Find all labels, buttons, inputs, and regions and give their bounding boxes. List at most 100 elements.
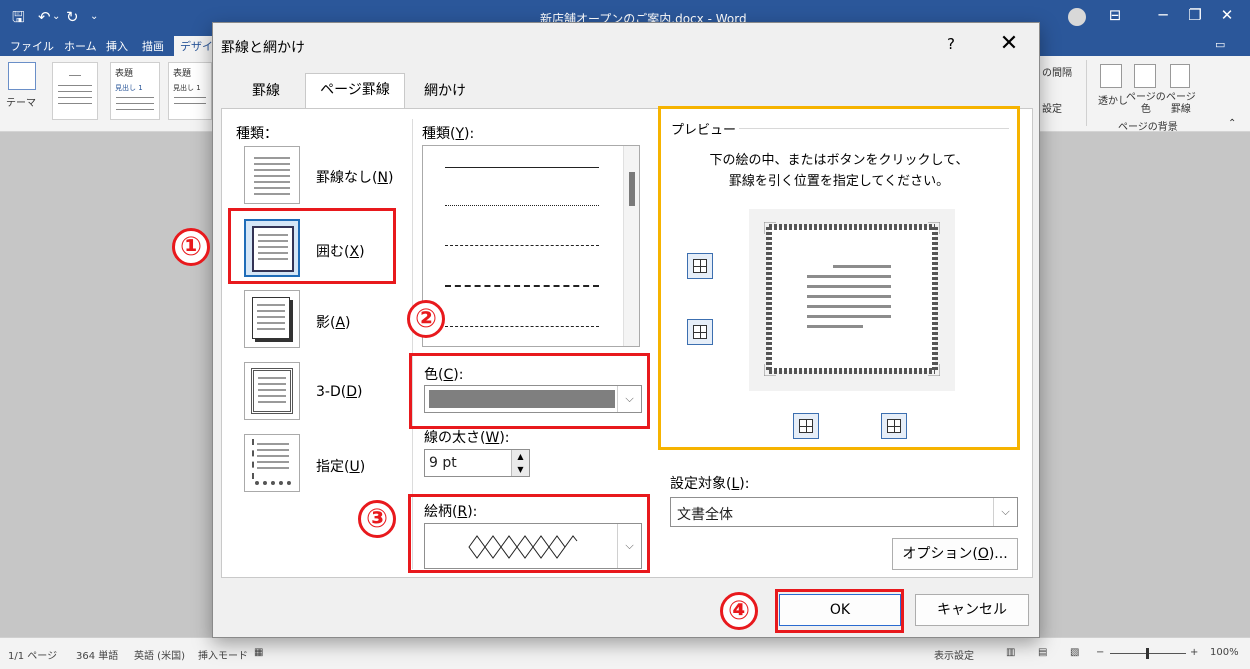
language-status[interactable]: 英語 (米国) <box>134 647 185 662</box>
dialog-close-button[interactable]: ✕ <box>997 31 1021 56</box>
style-thumb-1[interactable] <box>52 62 98 120</box>
setting-header: 種類： <box>236 126 278 142</box>
highlight-ok <box>775 589 904 633</box>
style-header: 種類(Y): <box>422 126 475 142</box>
insert-mode[interactable]: 挿入モード <box>198 647 248 662</box>
options-button[interactable]: オプション(O)... <box>892 538 1018 570</box>
preview-group: プレビュー 下の絵の中、またはボタンをクリックして、 罫線を引く位置を指定してく… <box>658 106 1020 450</box>
line-style-dash-dot[interactable] <box>445 326 599 327</box>
tab-shading[interactable]: 網かけ <box>405 75 485 109</box>
setting-shadow-label[interactable]: 影(A) <box>316 312 351 332</box>
apply-to-value[interactable]: 文書全体 <box>677 504 733 524</box>
zoom-slider-thumb[interactable] <box>1146 648 1149 659</box>
highlight-art <box>408 494 650 573</box>
save-icon[interactable]: 🖫 <box>12 7 25 27</box>
zoom-out-icon[interactable]: − <box>1096 647 1104 658</box>
right-border-button[interactable] <box>881 413 907 439</box>
preview-legend: プレビュー <box>671 119 741 138</box>
preview-rule <box>739 128 1009 129</box>
preview-instruction-1: 下の絵の中、またはボタンをクリックして、 <box>709 153 969 168</box>
themes-icon[interactable] <box>8 62 36 90</box>
line-style-scrollbar[interactable] <box>623 146 639 346</box>
line-width-value[interactable]: 9 pt <box>429 455 457 471</box>
highlight-setting-box <box>228 208 396 284</box>
step-3-marker: ③ <box>358 500 396 538</box>
print-layout-icon[interactable]: ▤ <box>1038 647 1047 658</box>
minimize-icon[interactable]: ─ <box>1148 6 1178 24</box>
width-label: 線の太さ(W): <box>424 430 510 446</box>
setting-shadow-thumb[interactable] <box>244 290 300 348</box>
read-mode-icon[interactable]: ▥ <box>1006 647 1015 658</box>
help-button[interactable]: ? <box>941 35 961 53</box>
bottom-border-button[interactable] <box>687 319 713 345</box>
tab-home[interactable]: ホーム <box>64 38 97 54</box>
redo-icon[interactable]: ↻ <box>66 7 79 27</box>
undo-icon[interactable]: ↶ <box>38 7 51 27</box>
setting-custom-thumb[interactable] <box>244 434 300 492</box>
ribbon-display-icon[interactable]: ⊟ <box>1100 6 1130 24</box>
collapse-ribbon-icon[interactable]: ⌃ <box>1228 118 1236 129</box>
customize-qat-icon[interactable]: ⌄ <box>90 7 98 27</box>
spin-up-icon[interactable]: ▲ <box>512 450 529 463</box>
undo-dropdown-icon[interactable]: ⌄ <box>52 7 60 27</box>
scrollbar-thumb[interactable] <box>629 172 635 206</box>
spin-down-icon[interactable]: ▼ <box>512 463 529 476</box>
zoom-level[interactable]: 100% <box>1210 647 1239 658</box>
line-style-dash-small[interactable] <box>445 245 599 246</box>
page-color-label[interactable]: ページの 色 <box>1126 92 1166 116</box>
themes-label[interactable]: テーマ <box>6 94 36 109</box>
restore-icon[interactable]: ❐ <box>1180 6 1210 24</box>
page-borders-label[interactable]: ページ 罫線 <box>1166 92 1196 116</box>
step-4-marker: ④ <box>720 592 758 630</box>
preview-page[interactable] <box>749 209 955 391</box>
left-border-button[interactable] <box>793 413 819 439</box>
word-count[interactable]: 364 単語 <box>76 647 118 662</box>
preview-instruction-2: 罫線を引く位置を指定してください。 <box>728 174 950 189</box>
page-color-icon[interactable] <box>1134 64 1156 88</box>
apply-to-label: 設定対象(L): <box>670 476 750 492</box>
setting-none-label[interactable]: 罫線なし(N) <box>316 167 393 187</box>
web-layout-icon[interactable]: ▧ <box>1070 647 1079 658</box>
comments-icon[interactable]: ▭ <box>1215 38 1225 51</box>
paragraph-spacing-label[interactable]: の間隔 <box>1042 64 1072 79</box>
setting-3d-label[interactable]: 3-D(D) <box>316 384 362 400</box>
close-icon[interactable]: ✕ <box>1212 6 1242 24</box>
step-2-marker: ② <box>407 300 445 338</box>
style-thumb-3[interactable]: 表題 見出し 1 <box>168 62 212 120</box>
zoom-in-icon[interactable]: + <box>1190 647 1198 658</box>
apply-to-dropdown[interactable]: 文書全体 ⌵ <box>670 497 1018 527</box>
line-style-list[interactable] <box>422 145 640 347</box>
setting-custom-label[interactable]: 指定(U) <box>316 456 365 476</box>
watermark-icon[interactable] <box>1100 64 1122 88</box>
status-bar: 1/1 ページ 364 単語 英語 (米国) 挿入モード ▦ 表示設定 ▥ ▤ … <box>0 637 1250 669</box>
line-style-dash-large[interactable] <box>445 285 599 287</box>
tab-page-border[interactable]: ページ罫線 <box>305 73 405 109</box>
step-1-marker: ① <box>172 228 210 266</box>
page-background-group-label: ページの背景 <box>1118 122 1178 133</box>
style-thumb-2[interactable]: 表題 見出し 1 <box>110 62 160 120</box>
display-settings[interactable]: 表示設定 <box>934 647 974 662</box>
setting-3d-thumb[interactable] <box>244 362 300 420</box>
macro-icon[interactable]: ▦ <box>254 647 263 658</box>
page-count[interactable]: 1/1 ページ <box>8 647 57 662</box>
set-default-label[interactable]: 設定 <box>1042 100 1062 115</box>
top-border-button[interactable] <box>687 253 713 279</box>
ribbon-divider <box>1086 60 1087 126</box>
account-icon[interactable] <box>1068 8 1086 26</box>
highlight-color <box>409 353 650 429</box>
line-style-dotted[interactable] <box>445 205 599 206</box>
dialog-title: 罫線と網かけ <box>221 40 305 56</box>
line-style-solid[interactable] <box>445 167 599 168</box>
line-width-spinner[interactable]: 9 pt ▲ ▼ <box>424 449 530 477</box>
preview-border-area[interactable] <box>763 221 940 376</box>
page-borders-icon[interactable] <box>1170 64 1190 88</box>
tab-insert[interactable]: 挿入 <box>106 38 128 54</box>
setting-none-thumb[interactable] <box>244 146 300 204</box>
tab-draw[interactable]: 描画 <box>142 38 164 54</box>
spinner-buttons: ▲ ▼ <box>511 450 529 476</box>
cancel-button[interactable]: キャンセル <box>915 594 1029 626</box>
watermark-label[interactable]: 透かし <box>1098 92 1128 107</box>
chevron-down-icon[interactable]: ⌵ <box>993 498 1017 526</box>
tab-borders[interactable]: 罫線 <box>227 75 305 109</box>
tab-file[interactable]: ファイル <box>10 38 54 54</box>
